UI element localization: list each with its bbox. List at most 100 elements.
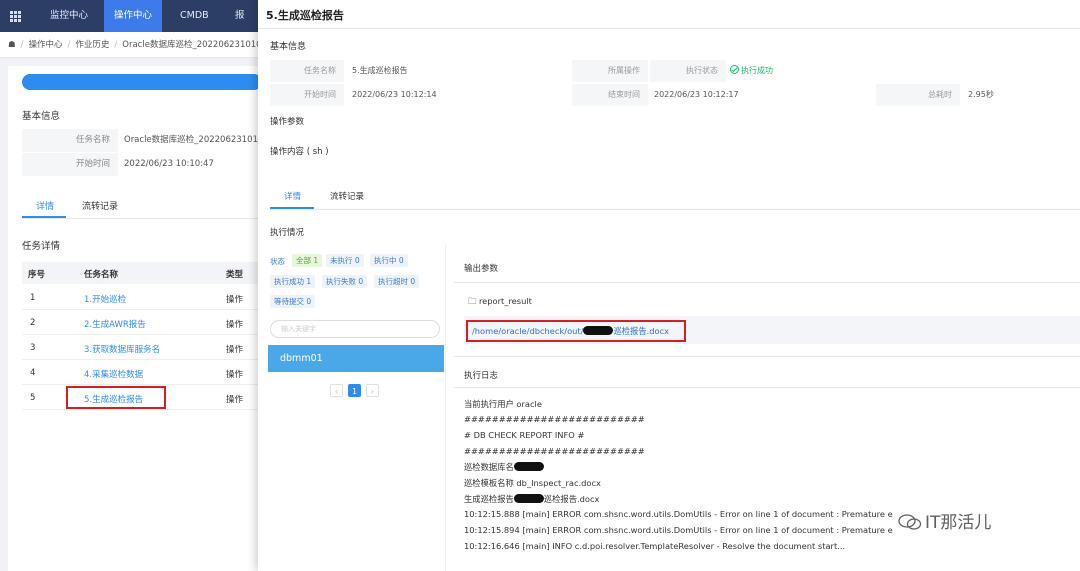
col-header: 序号: [28, 270, 46, 280]
drawer-row-1: 任务名称 5.生成巡检报告 所属操作 执行状态 执行成功: [270, 60, 1080, 82]
log-line: 巡检模板名称 db_Inspect_rac.docx: [464, 478, 601, 488]
task-link[interactable]: 1.开始巡检: [84, 293, 126, 305]
output-file-link[interactable]: /home/oracle/dbcheck/out/巡检报告.docx: [466, 320, 686, 342]
field-label: 任务名称: [270, 60, 344, 82]
field-label: 结束时间: [572, 84, 648, 106]
status-value: 执行成功: [730, 60, 773, 82]
drawer-title: 5.生成巡检报告: [266, 9, 344, 22]
drawer-row-2: 开始时间 2022/06/23 10:12:14 结束时间 2022/06/23…: [270, 84, 1080, 106]
log-text: 巡检报告.docx: [543, 494, 600, 504]
row-no: 2: [30, 318, 36, 328]
tab-detail[interactable]: 详情: [36, 199, 54, 212]
wechat-icon: [898, 514, 922, 530]
nav-operation[interactable]: 操作中心: [104, 0, 163, 32]
log-text: 巡检数据库名: [464, 462, 514, 472]
job-detail-panel: 基本信息 任务名称 Oracle数据库巡检_2022062310104 开始时间…: [8, 66, 269, 571]
task-link[interactable]: 4.采集巡检数据: [84, 368, 143, 380]
section-title: 基本信息: [22, 111, 61, 122]
filter-chip-pending[interactable]: 未执行 0: [326, 254, 364, 267]
nav-monitor[interactable]: 监控中心: [40, 0, 98, 32]
breadcrumb-item: Oracle数据库巡检_20220623101047: [122, 40, 258, 50]
check-circle-icon: [730, 65, 739, 74]
status-text: 执行成功: [741, 66, 773, 75]
log-line: 巡检数据库名: [464, 461, 544, 473]
field-value: 2022/06/23 10:10:47: [124, 159, 214, 169]
filter-chip-all[interactable]: 全部 1: [292, 254, 323, 267]
prev-page-button[interactable]: ‹: [330, 384, 343, 397]
watermark: IT那活儿: [898, 508, 991, 533]
col-header: 任务名称: [84, 270, 119, 280]
field-label: 开始时间: [22, 153, 118, 176]
divider: [22, 218, 262, 219]
field-value: 2.95秒: [968, 90, 994, 99]
section-title: 执行情况: [270, 228, 305, 238]
host-search-input[interactable]: 输入关键字: [270, 320, 440, 338]
start-time-row: 开始时间 2022/06/23 10:10:47: [22, 153, 262, 176]
field-label: 开始时间: [270, 84, 344, 106]
folder-name: report_result: [478, 296, 532, 306]
row-divider: [22, 384, 262, 385]
log-text: 生成巡检报告: [464, 494, 514, 504]
filter-chip-running[interactable]: 执行中 0: [370, 254, 408, 267]
field-value: 2022/06/23 10:12:14: [352, 90, 437, 99]
page-button[interactable]: 1: [348, 384, 361, 397]
filter-chip-failed[interactable]: 执行失败 0: [322, 275, 368, 288]
task-drawer: 5.生成巡检报告 基本信息 任务名称 5.生成巡检报告 所属操作 执行状态 执行…: [258, 0, 1080, 571]
row-divider: [22, 309, 262, 310]
section-title: 操作内容 ( sh ): [270, 147, 329, 157]
breadcrumb-item[interactable]: 作业历史: [75, 40, 109, 50]
field-value: 5.生成巡检报告: [352, 66, 408, 75]
row-divider: [22, 409, 262, 410]
row-type: 操作: [226, 395, 244, 405]
log-line: 10:12:15.888 [main] ERROR com.shsnc.word…: [464, 509, 893, 519]
folder-item[interactable]: 🗀 report_result: [468, 296, 532, 310]
host-item[interactable]: dbmm01: [268, 345, 444, 372]
home-icon[interactable]: ☗: [8, 40, 16, 50]
task-name-row: 任务名称 Oracle数据库巡检_2022062310104: [22, 129, 269, 152]
row-no: 3: [30, 343, 36, 353]
divider: [454, 282, 1080, 283]
field-label: 任务名称: [22, 129, 118, 152]
progress-bar: [22, 74, 262, 90]
nav-report[interactable]: 报表: [225, 0, 258, 53]
folder-icon: 🗀: [468, 296, 477, 306]
path-prefix: /home/oracle/dbcheck/out/: [472, 326, 584, 336]
divider: [258, 28, 1080, 29]
log-line: 生成巡检报告 巡检报告.docx: [464, 493, 599, 505]
field-label: 所属操作: [572, 60, 648, 82]
row-divider: [22, 334, 262, 335]
watermark-text: IT那活儿: [925, 513, 992, 533]
redacted-block: [513, 462, 544, 471]
next-page-button[interactable]: ›: [366, 384, 379, 397]
row-divider: [22, 359, 262, 360]
field-label: 执行状态: [650, 60, 726, 82]
filter-chip-waiting[interactable]: 等待提交 0: [270, 295, 316, 308]
tab-flow-record[interactable]: 流转记录: [330, 190, 364, 202]
status-filter-label: 状态: [270, 257, 285, 266]
section-title: 任务详情: [22, 241, 61, 252]
task-link[interactable]: 3.获取数据库服务名: [84, 343, 160, 355]
task-link[interactable]: 2.生成AWR报告: [84, 318, 146, 330]
app-grid-icon[interactable]: [10, 11, 21, 22]
col-header: 类型: [226, 270, 244, 280]
section-title: 执行日志: [464, 371, 499, 381]
log-line: # DB CHECK REPORT INFO #: [464, 430, 585, 440]
log-line: ##########################: [464, 446, 645, 456]
row-no: 5: [30, 393, 36, 403]
divider: [270, 209, 1080, 210]
path-suffix: 巡检报告.docx: [613, 326, 670, 336]
row-no: 1: [30, 293, 36, 303]
divider: [454, 356, 1080, 357]
breadcrumb-item[interactable]: 操作中心: [29, 40, 63, 50]
top-nav: 监控中心 操作中心 CMDB 报表: [0, 0, 258, 53]
row-type: 操作: [226, 345, 244, 355]
tab-detail[interactable]: 详情: [284, 190, 301, 202]
log-line: 当前执行用户 oracle: [464, 399, 542, 409]
filter-chip-success[interactable]: 执行成功 1: [270, 275, 316, 288]
filter-chip-timeout[interactable]: 执行超时 0: [374, 275, 420, 288]
tab-flow-record[interactable]: 流转记录: [82, 199, 118, 212]
breadcrumb: ☗ / 操作中心 / 作业历史 / Oracle数据库巡检_20220623101047: [0, 32, 258, 58]
nav-cmdb[interactable]: CMDB: [170, 0, 219, 32]
log-line: 10:12:15.894 [main] ERROR com.shsnc.word…: [464, 525, 893, 535]
section-title: 输出参数: [464, 264, 499, 274]
